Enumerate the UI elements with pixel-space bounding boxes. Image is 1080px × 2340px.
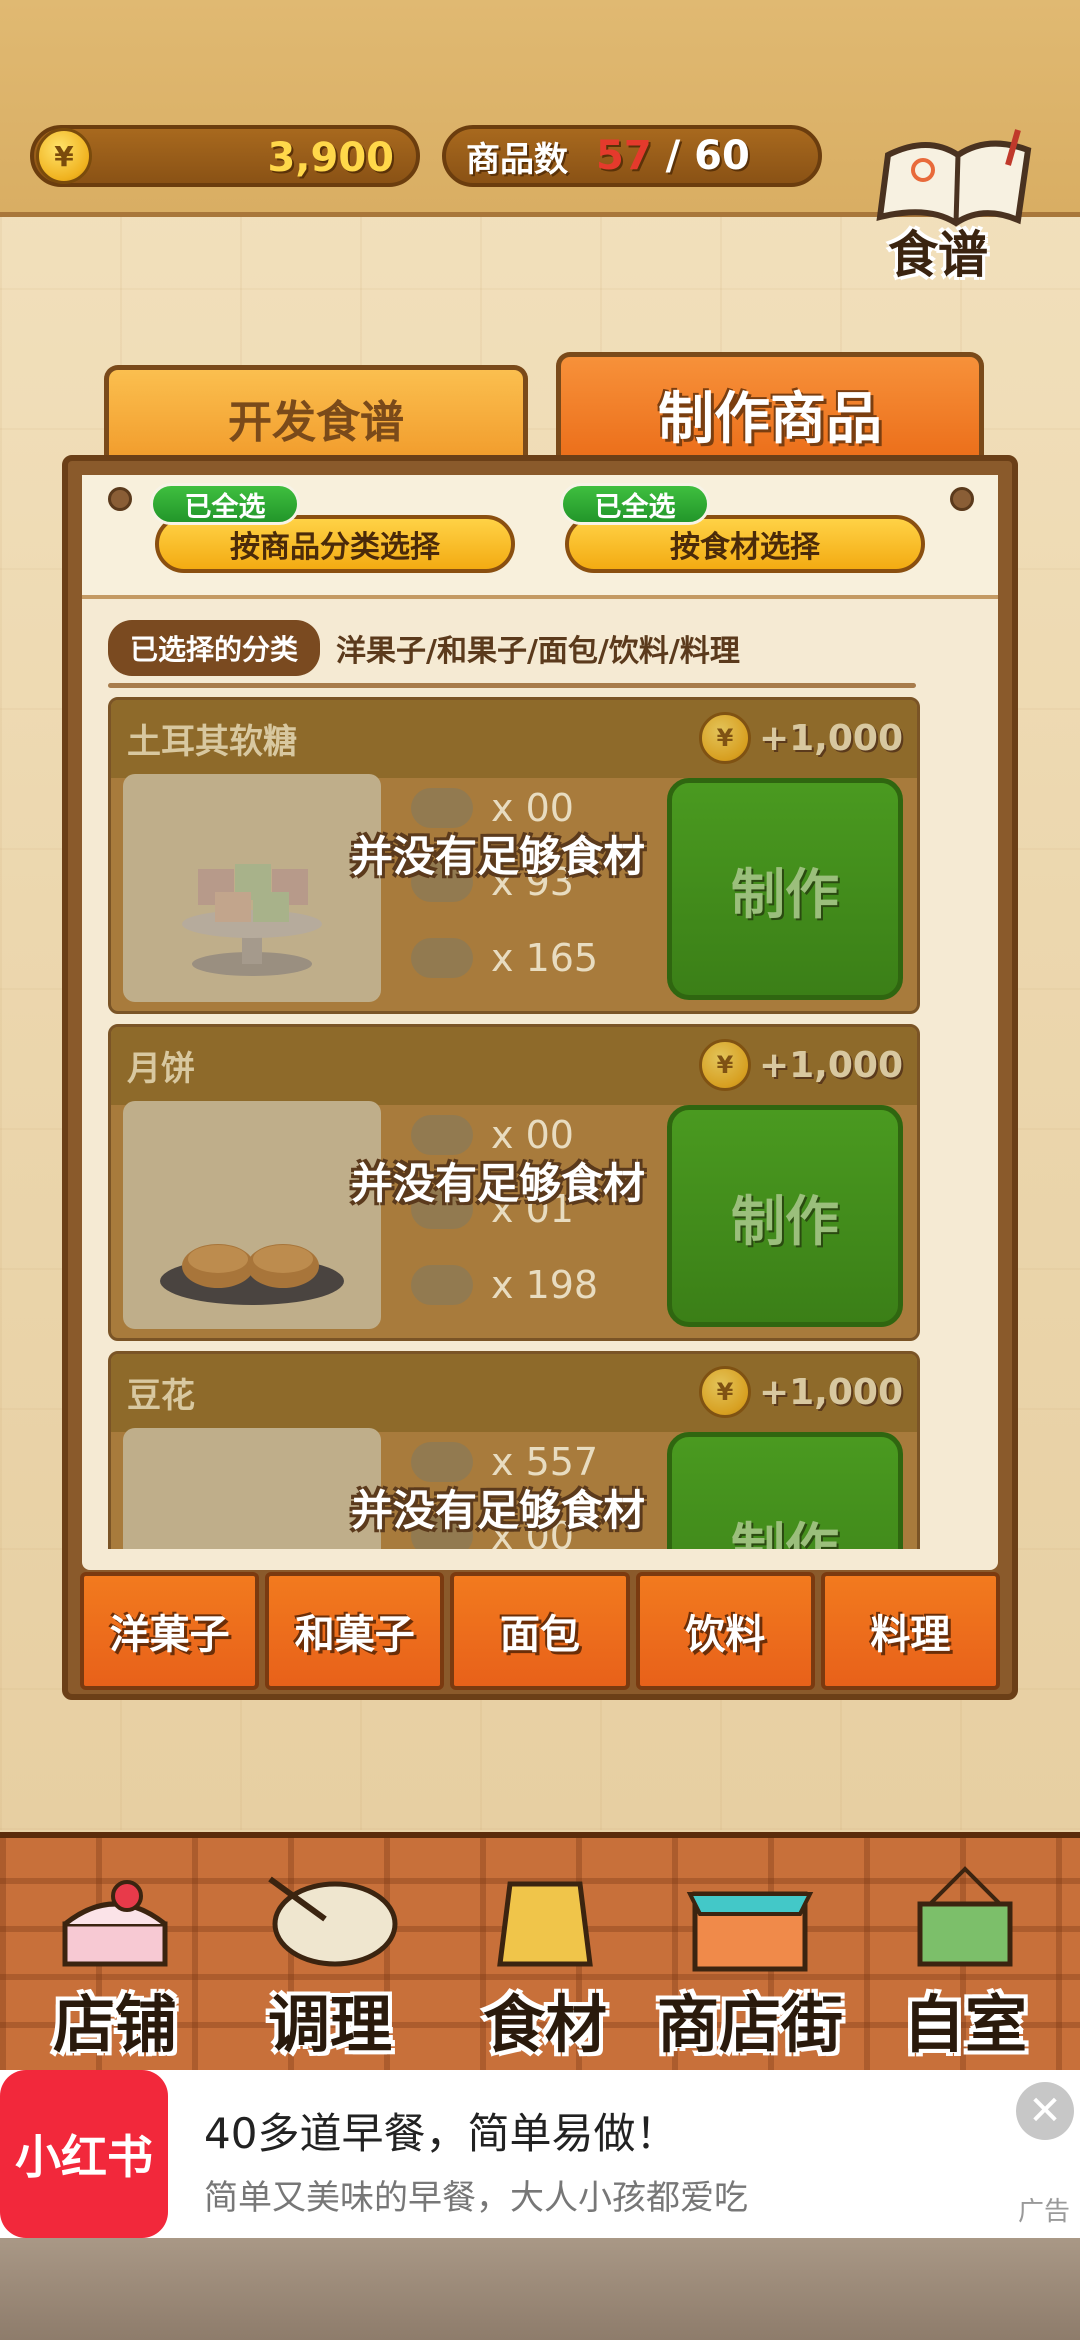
product-price: ¥ +1,000 [698,1039,903,1091]
ingredient-row: x 165 [411,936,598,980]
category-drinks[interactable]: 饮料 [635,1572,815,1690]
nuts-icon [411,938,473,978]
flour-sack-icon [497,1881,593,1967]
divider [108,683,916,688]
ad-description: 简单又美味的早餐，大人小孩都爱吃 [204,2178,748,2218]
mooncake-icon [160,1244,344,1305]
all-selected-badge: 已全选 [150,483,300,525]
selected-category-value: 洋果子/和果子/面包/饮料/料理 [336,634,740,669]
coin-icon: ¥ [36,128,92,184]
pin-icon [950,487,974,511]
all-selected-badge: 已全选 [560,483,710,525]
ingredient-qty: x 165 [491,936,599,980]
selected-category-label: 已选择的分类 [108,620,321,676]
product-image [123,774,381,1002]
ingredient-row: x 198 [411,1263,598,1307]
coin-balance: ¥ 3,900 [30,125,420,187]
goods-max: 60 [694,133,750,179]
category-bread[interactable]: 面包 [450,1572,630,1690]
product-price: ¥ +1,000 [698,1366,903,1418]
goods-label: 商品数 [466,139,568,180]
coin-icon: ¥ [698,712,751,764]
nav-label: 食材 [482,1988,607,2061]
make-button[interactable]: 制作 [667,778,903,1000]
staff-only-sign-icon [917,1866,1013,1967]
insufficient-ingredients-message: 并没有足够食材 [351,1486,646,1535]
category-western-sweets[interactable]: 洋菓子 [80,1572,260,1690]
product-card: 土耳其软糖 ¥ +1,000 x 00 x 93 x 165 制作 并没有足够食… [108,697,920,1014]
close-icon[interactable]: ✕ [1016,2082,1074,2140]
ad-tag: 广告 [1017,2197,1070,2227]
product-image [123,1428,381,1549]
price-text: +1,000 [758,1044,903,1086]
product-card: 月饼 ¥ +1,000 x 00 x 01 x 198 制作 并没有足够食材 [108,1024,920,1341]
bottom-nav: 店铺 调理 食材 商店街 自室 [0,1832,1080,2076]
tab-make-goods[interactable]: 制作商品 [556,352,984,472]
goods-separator: / [651,133,695,179]
price-text: +1,000 [758,1371,903,1413]
cake-icon [62,1880,168,1967]
insufficient-ingredients-message: 并没有足够食材 [351,832,646,881]
ingredient-qty: x 198 [491,1263,599,1307]
paste-icon [411,1115,473,1155]
coin-amount: 3,900 [267,135,394,181]
coin-icon: ¥ [698,1366,751,1418]
tab-develop-recipe[interactable]: 开发食谱 [104,365,528,465]
ad-banner[interactable]: 小红书 40多道早餐，简单易做！ 简单又美味的早餐，大人小孩都爱吃 ✕ 广告 [0,2070,1080,2238]
selected-category-row: 已选择的分类 洋果子/和果子/面包/饮料/料理 [108,620,740,676]
pin-icon [108,487,132,511]
category-dishes[interactable]: 料理 [820,1572,1001,1690]
recipe-book-button[interactable]: 食谱 [868,125,1048,285]
turkish-delight-icon [182,864,322,976]
category-japanese-sweets[interactable]: 和菓子 [265,1572,445,1690]
nav-label: 自室 [902,1988,1027,2061]
soy-icon [411,1442,473,1482]
goods-current: 57 [596,133,652,179]
nav-label: 店铺 [52,1988,177,2061]
goods-count: 57 / 60 [596,133,750,179]
coin-icon: ¥ [698,1039,751,1091]
recipe-label: 食谱 [888,226,988,284]
herb-icon [411,788,473,828]
category-tabs: 洋菓子 和菓子 面包 饮料 料理 [80,1572,1001,1690]
product-image [123,1101,381,1329]
goods-count-bar: 商品数 57 / 60 [442,125,822,187]
nav-ingredients[interactable]: 食材 [465,1838,625,2076]
product-list[interactable]: 土耳其软糖 ¥ +1,000 x 00 x 93 x 165 制作 并没有足够食… [108,697,920,1549]
product-name: 土耳其软糖 [127,722,297,762]
product-name: 豆花 [127,1376,195,1416]
ad-title: 40多道早餐，简单易做！ [204,2109,678,2158]
make-button[interactable]: 制作 [667,1105,903,1327]
floor [0,2238,1080,2340]
sugar-bag-icon [411,1265,473,1305]
make-button[interactable]: 制作 [667,1432,903,1549]
product-card: 豆花 ¥ +1,000 x 557 x 00 制作 并没有足够食材 [108,1351,920,1549]
insufficient-ingredients-message: 并没有足够食材 [351,1159,646,1208]
price-text: +1,000 [758,717,903,759]
nav-shop[interactable]: 店铺 [30,1838,200,2076]
nav-label: 调理 [267,1988,392,2061]
storefront-icon [686,1891,814,1972]
nav-shopping-street[interactable]: 商店街 [640,1838,860,2076]
nav-cooking[interactable]: 调理 [245,1838,415,2076]
nav-label: 商店街 [656,1988,843,2061]
mixing-bowl-icon [268,1876,398,1967]
product-name: 月饼 [127,1049,195,1089]
nav-private-room[interactable]: 自室 [885,1838,1045,2076]
ad-logo: 小红书 [0,2070,168,2238]
product-price: ¥ +1,000 [698,712,903,764]
